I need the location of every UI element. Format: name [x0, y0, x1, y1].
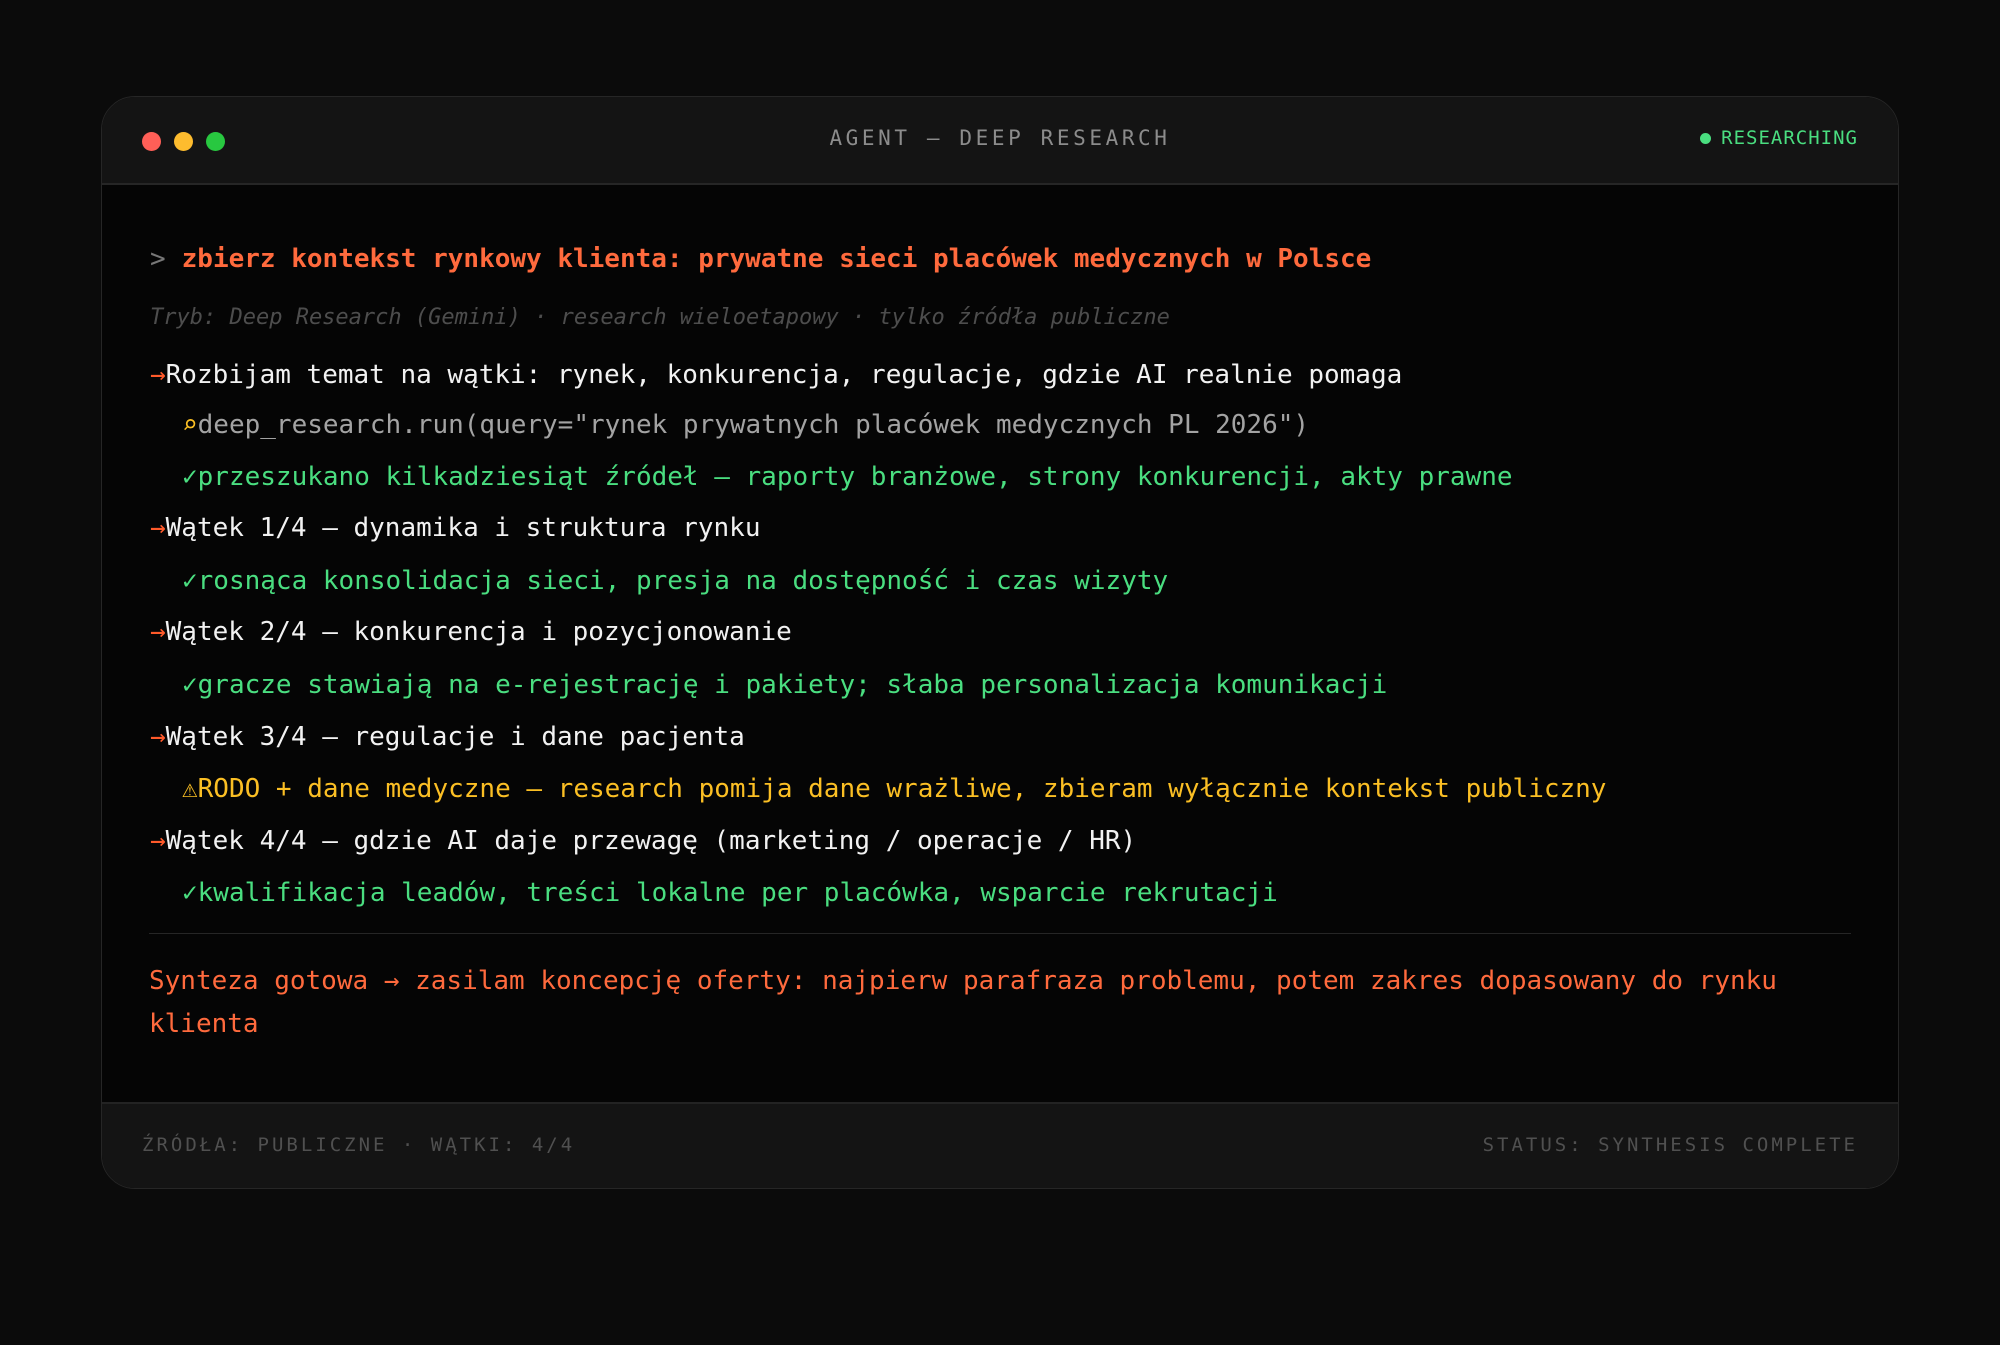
mode-line: Tryb: Deep Research (Gemini) · research … [150, 305, 1170, 330]
check-icon: ✓ [182, 462, 198, 492]
log-line-ok: ✓gracze stawiają na e-rejestrację i paki… [182, 670, 1387, 700]
log-text: przeszukano kilkadziesiąt źródeł — rapor… [197, 462, 1513, 492]
arrow-icon: → [150, 360, 166, 390]
arrow-icon: → [150, 722, 166, 752]
log-text: Rozbijam temat na wątki: rynek, konkuren… [165, 360, 1403, 390]
prompt-text: zbierz kontekst rynkowy klienta: prywatn… [181, 244, 1372, 274]
arrow-icon: → [150, 617, 166, 647]
status-dot-icon [1700, 132, 1712, 144]
prompt-caret-icon: > [150, 244, 166, 274]
log-line-ok: ✓kwalifikacja leadów, treści lokalne per… [182, 878, 1278, 908]
sources-summary: ŹRÓDŁA: PUBLICZNE · WĄTKI: 4/4 [142, 1134, 576, 1156]
window-title: AGENT — DEEP RESEARCH [829, 126, 1171, 150]
log-text: deep_research.run(query="rynek prywatnyc… [197, 410, 1310, 440]
log-text: kwalifikacja leadów, treści lokalne per … [197, 878, 1278, 908]
log-line-step: →Wątek 3/4 — regulacje i dane pacjenta [150, 722, 745, 752]
log-line-ok: ✓przeszukano kilkadziesiąt źródeł — rapo… [182, 462, 1513, 492]
check-icon: ✓ [182, 878, 198, 908]
user-prompt: > zbierz kontekst rynkowy klienta: prywat… [150, 244, 1371, 274]
search-icon: ⌕ [182, 410, 198, 440]
log-text: RODO + dane medyczne — research pomija d… [197, 774, 1607, 804]
status-label: RESEARCHING [1721, 127, 1858, 149]
arrow-icon: → [150, 826, 166, 856]
status-summary: STATUS: SYNTHESIS COMPLETE [1482, 1134, 1858, 1156]
log-line-warn: ⚠RODO + dane medyczne — research pomija … [182, 774, 1606, 804]
log-line-step: →Wątek 1/4 — dynamika i struktura rynku [150, 513, 760, 543]
synthesis-divider [149, 933, 1851, 934]
warning-icon: ⚠ [182, 774, 198, 804]
log-line-step: →Wątek 4/4 — gdzie AI daje przewagę (mar… [150, 826, 1136, 856]
log-line-ok: ✓rosnąca konsolidacja sieci, presja na d… [182, 566, 1168, 596]
log-line-tool: ⌕deep_research.run(query="rynek prywatny… [182, 410, 1309, 440]
check-icon: ✓ [182, 670, 198, 700]
log-text: Wątek 2/4 — konkurencja i pozycjonowanie [165, 617, 792, 647]
check-icon: ✓ [182, 566, 198, 596]
log-line-step: →Rozbijam temat na wątki: rynek, konkure… [150, 360, 1402, 390]
log-text: rosnąca konsolidacja sieci, presja na do… [197, 566, 1169, 596]
synthesis-text: Synteza gotowa → zasilam koncepcję ofert… [149, 966, 1777, 1039]
title-bar: AGENT — DEEP RESEARCH RESEARCHING [102, 97, 1898, 185]
log-text: Wątek 1/4 — dynamika i struktura rynku [165, 513, 761, 543]
synthesis-block: Synteza gotowa → zasilam koncepcję ofert… [149, 960, 1849, 1046]
status-footer: ŹRÓDŁA: PUBLICZNE · WĄTKI: 4/4 STATUS: S… [102, 1102, 1898, 1188]
log-line-step: →Wątek 2/4 — konkurencja i pozycjonowani… [150, 617, 792, 647]
log-text: Wątek 3/4 — regulacje i dane pacjenta [165, 722, 745, 752]
log-text: gracze stawiają na e-rejestrację i pakie… [197, 670, 1388, 700]
status-indicator: RESEARCHING [1700, 127, 1858, 149]
log-text: Wątek 4/4 — gdzie AI daje przewagę (mark… [165, 826, 1137, 856]
arrow-icon: → [150, 513, 166, 543]
